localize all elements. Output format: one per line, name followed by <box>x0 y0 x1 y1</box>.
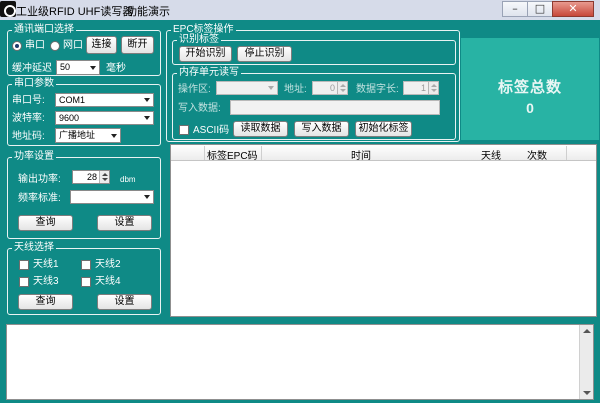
operation-area-label: 操作区: <box>178 84 211 95</box>
read-data-button[interactable]: 读取数据 <box>233 121 288 137</box>
address-label: 地址: <box>284 84 307 95</box>
antenna-set-button[interactable]: 设置 <box>97 294 152 310</box>
log-scrollbar[interactable] <box>579 325 593 399</box>
chevron-down-icon <box>90 65 96 70</box>
tag-total-value: 0 <box>526 100 534 116</box>
chevron-down-icon <box>268 86 274 90</box>
serial-port-select[interactable]: COM1 <box>55 93 154 107</box>
serial-params-legend: 串口参数 <box>12 78 56 90</box>
maximize-icon: □ <box>534 2 546 15</box>
power-legend: 功率设置 <box>12 151 56 163</box>
freq-standard-label: 频率标准: <box>18 193 61 204</box>
power-unit-label: dbm <box>120 175 136 184</box>
column-separator <box>566 146 567 160</box>
minimize-icon: – <box>512 2 518 15</box>
title-bar: 工业级RFID UHF读写器 功能演示 – □ ✕ <box>0 0 600 20</box>
power-query-button[interactable]: 查询 <box>18 215 73 231</box>
antenna-4-checkbox[interactable] <box>81 277 91 287</box>
serial-port-label: 串口号: <box>12 95 45 106</box>
column-epc[interactable]: 标签EPC码 <box>207 147 258 162</box>
buffer-delay-label: 缓冲延迟 <box>12 63 52 74</box>
comm-port-legend: 通讯端口选择 <box>12 24 76 36</box>
column-separator <box>204 146 205 160</box>
write-data-label: 写入数据: <box>178 103 221 114</box>
buffer-delay-unit: 毫秒 <box>106 63 126 74</box>
tag-list-header: 标签EPC码 时间 天线 次数 <box>171 145 596 162</box>
chevron-down-icon <box>144 98 150 102</box>
identify-legend: 识别标签 <box>177 34 221 46</box>
antenna-3-label: 天线3 <box>33 276 59 287</box>
spinner-arrows-icon[interactable] <box>99 171 109 183</box>
close-icon: ✕ <box>568 2 578 15</box>
column-time[interactable]: 时间 <box>351 147 371 162</box>
ascii-checkbox[interactable] <box>179 125 189 135</box>
address-code-label: 地址码: <box>12 131 45 142</box>
init-tag-button[interactable]: 初始化标签 <box>355 121 412 137</box>
tag-total-panel: 标签总数 0 <box>461 38 599 140</box>
data-length-label: 数据字长: <box>356 84 399 95</box>
window-title: 工业级RFID UHF读写器 <box>16 6 134 18</box>
spinner-arrows-icon[interactable] <box>428 82 438 94</box>
antenna-query-button[interactable]: 查询 <box>18 294 73 310</box>
app-icon <box>0 1 16 17</box>
start-identify-button[interactable]: 开始识别 <box>179 46 232 62</box>
antenna-4-label: 天线4 <box>95 276 121 287</box>
network-radio-label: 网口 <box>63 40 83 51</box>
chevron-down-icon <box>144 195 150 199</box>
address-code-select[interactable]: 广播地址 <box>55 128 121 143</box>
antenna-3-checkbox[interactable] <box>19 277 29 287</box>
ascii-label: ASCII码 <box>193 125 230 136</box>
antenna-legend: 天线选择 <box>12 242 56 254</box>
antenna-1-checkbox[interactable] <box>19 260 29 270</box>
stop-identify-button[interactable]: 停止识别 <box>237 46 292 62</box>
power-set-button[interactable]: 设置 <box>97 215 152 231</box>
menu-function-demo[interactable]: 功能演示 <box>126 3 170 19</box>
column-separator <box>261 146 262 160</box>
address-spinner[interactable]: 0 <box>312 81 348 95</box>
output-power-label: 输出功率: <box>18 174 61 185</box>
buffer-delay-select[interactable]: 50 <box>56 60 100 75</box>
column-count[interactable]: 次数 <box>527 147 547 162</box>
data-length-spinner[interactable]: 1 <box>403 81 439 95</box>
antenna-1-label: 天线1 <box>33 259 59 270</box>
antenna-2-label: 天线2 <box>95 259 121 270</box>
write-data-button[interactable]: 写入数据 <box>294 121 349 137</box>
chevron-down-icon <box>111 133 117 138</box>
minimize-button[interactable]: – <box>502 1 528 17</box>
write-data-input[interactable] <box>230 100 440 115</box>
output-power-spinner[interactable]: 28 <box>72 170 110 184</box>
baud-rate-label: 波特率: <box>12 113 45 124</box>
column-antenna[interactable]: 天线 <box>481 147 501 162</box>
close-button[interactable]: ✕ <box>552 1 594 17</box>
freq-standard-select[interactable] <box>70 190 154 204</box>
disconnect-button[interactable]: 断开 <box>121 36 154 54</box>
connect-button[interactable]: 连接 <box>86 36 117 54</box>
spinner-arrows-icon[interactable] <box>337 82 347 94</box>
network-radio[interactable] <box>50 41 60 51</box>
tag-list[interactable]: 标签EPC码 时间 天线 次数 <box>170 144 597 317</box>
maximize-button[interactable]: □ <box>527 1 553 17</box>
tag-total-title: 标签总数 <box>497 79 562 96</box>
serial-radio-label: 串口 <box>25 40 45 51</box>
memory-rw-legend: 内存单元读写 <box>177 67 241 79</box>
baud-rate-select[interactable]: 9600 <box>55 111 154 125</box>
antenna-2-checkbox[interactable] <box>81 260 91 270</box>
log-textarea[interactable] <box>6 324 594 400</box>
serial-radio[interactable] <box>12 41 22 51</box>
operation-area-select[interactable] <box>216 81 278 95</box>
chevron-down-icon <box>144 116 150 120</box>
